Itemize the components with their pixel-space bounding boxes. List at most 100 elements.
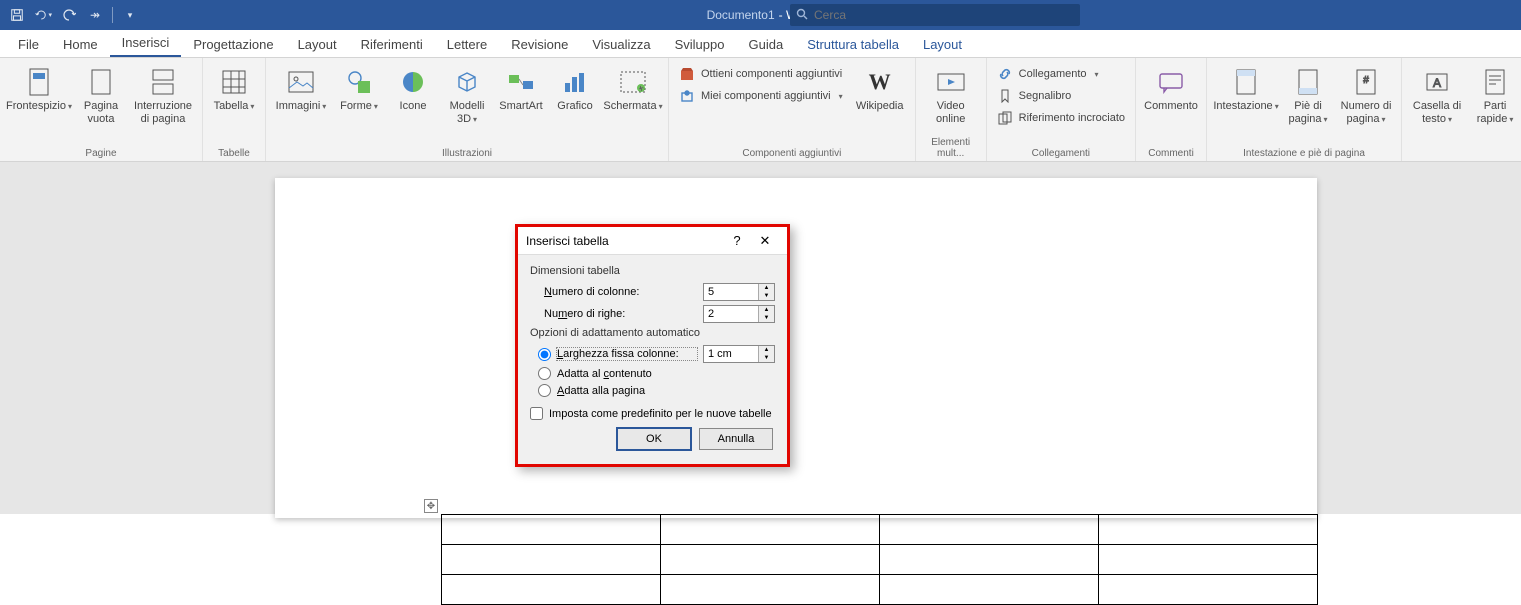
page-number-icon: # [1350,66,1382,98]
dialog-title: Inserisci tabella [526,234,723,248]
grafico-button[interactable]: Grafico [550,64,600,128]
group-intestazione: Intestazione Piè di pagina #Numero di pa… [1207,58,1402,161]
group-label-intestazione: Intestazione e piè di pagina [1213,146,1395,161]
group-componenti-aggiuntivi: Ottieni componenti aggiuntivi Miei compo… [669,58,916,161]
group-label-tabelle: Tabelle [209,146,259,161]
icons-icon [397,66,429,98]
annulla-button[interactable]: Annulla [699,428,773,450]
tab-riferimenti[interactable]: Riferimenti [349,33,435,57]
spinner-buttons[interactable]: ▲▼ [758,346,774,362]
tab-sviluppo[interactable]: Sviluppo [663,33,737,57]
casella-testo-button[interactable]: ACasella di testo [1408,64,1466,128]
radio-adatta-contenuto[interactable] [538,367,551,380]
schermata-button[interactable]: +Schermata [604,64,662,128]
search-input[interactable] [814,8,1074,22]
document-name: Documento1 [707,8,775,22]
spin-up-icon[interactable]: ▲ [759,346,774,354]
group-testo: ACasella di testo Parti rapide [1402,58,1521,161]
label-larghezza-fissa[interactable]: Larghezza fissa colonne: [557,348,697,360]
help-button[interactable]: ? [723,233,751,248]
input-righe[interactable] [704,306,758,322]
commento-button[interactable]: Commento [1142,64,1200,128]
tab-layout-tabella[interactable]: Layout [911,33,974,57]
spin-down-icon[interactable]: ▼ [759,314,774,322]
section-adattamento: Opzioni di adattamento automatico [530,327,775,339]
checkbox-predefinito[interactable] [530,407,543,420]
ribbon-tabs: File Home Inserisci Progettazione Layout… [0,30,1521,58]
spin-up-icon[interactable]: ▲ [759,306,774,314]
save-icon[interactable] [8,6,26,24]
ok-button[interactable]: OK [617,428,691,450]
tabella-button[interactable]: Tabella [209,64,259,128]
close-button[interactable]: ✕ [751,233,779,249]
quick-access-toolbar: ▾ ↠ ▾ [0,6,147,24]
qat-separator [112,7,113,23]
tab-layout[interactable]: Layout [286,33,349,57]
document-table[interactable] [441,514,1318,605]
pictures-icon [285,66,317,98]
table-move-handle[interactable]: ✥ [424,499,438,513]
segnalibro-button[interactable]: Segnalibro [993,86,1129,106]
spin-down-icon[interactable]: ▼ [759,354,774,362]
tab-inserisci[interactable]: Inserisci [110,31,182,57]
tab-guida[interactable]: Guida [736,33,795,57]
table-row[interactable] [442,545,1318,575]
spinner-colonne[interactable]: ▲▼ [703,283,775,301]
spinner-righe[interactable]: ▲▼ [703,305,775,323]
undo-icon[interactable]: ▾ [34,6,52,24]
table-row[interactable] [442,515,1318,545]
icone-button[interactable]: Icone [388,64,438,128]
modelli-3d-button[interactable]: Modelli 3D [442,64,492,128]
textbox-icon: A [1421,66,1453,98]
table-row[interactable] [442,575,1318,605]
dialog-titlebar[interactable]: Inserisci tabella ? ✕ [518,227,787,255]
spinner-larghezza[interactable]: ▲▼ [703,345,775,363]
forward-icon[interactable]: ↠ [86,6,104,24]
parti-rapide-button[interactable]: Parti rapide [1470,64,1520,128]
tab-progettazione[interactable]: Progettazione [181,33,285,57]
redo-icon[interactable] [60,6,78,24]
comment-icon [1155,66,1187,98]
forme-button[interactable]: Forme [334,64,384,128]
label-predefinito[interactable]: Imposta come predefinito per le nuove ta… [549,408,772,420]
spin-up-icon[interactable]: ▲ [759,284,774,292]
spinner-buttons[interactable]: ▲▼ [758,284,774,300]
pagina-vuota-button[interactable]: Pagina vuota [76,64,126,128]
video-online-button[interactable]: Video online [922,64,980,128]
collegamento-button[interactable]: Collegamento [993,64,1129,84]
wikipedia-button[interactable]: WWikipedia [851,64,909,128]
search-box[interactable] [790,4,1080,26]
tab-file[interactable]: File [6,33,51,57]
radio-larghezza-fissa[interactable] [538,348,551,361]
tab-struttura-tabella[interactable]: Struttura tabella [795,33,911,57]
row-adatta-pagina: Adatta alla pagina [538,384,775,397]
spinner-buttons[interactable]: ▲▼ [758,306,774,322]
intestazione-button[interactable]: Intestazione [1213,64,1279,128]
tab-visualizza[interactable]: Visualizza [580,33,662,57]
input-larghezza[interactable] [704,346,758,362]
frontespizio-button[interactable]: Frontespizio [6,64,72,128]
group-label-commenti: Commenti [1142,146,1200,161]
tab-revisione[interactable]: Revisione [499,33,580,57]
riferimento-incrociato-button[interactable]: Riferimento incrociato [993,108,1129,128]
numero-pagina-button[interactable]: #Numero di pagina [1337,64,1395,128]
smartart-button[interactable]: SmartArt [496,64,546,128]
miei-componenti-button[interactable]: Miei componenti aggiuntivi [675,86,847,106]
spin-down-icon[interactable]: ▼ [759,292,774,300]
tab-lettere[interactable]: Lettere [435,33,499,57]
dialog-buttons: OK Annulla [530,428,775,454]
label-adatta-pagina[interactable]: Adatta alla pagina [557,385,645,397]
interruzione-pagina-button[interactable]: Interruzione di pagina [130,64,196,128]
radio-adatta-pagina[interactable] [538,384,551,397]
insert-table-dialog: Inserisci tabella ? ✕ Dimensioni tabella… [515,224,790,467]
immagini-button[interactable]: Immagini [272,64,330,128]
smartart-icon [505,66,537,98]
label-adatta-contenuto[interactable]: Adatta al contenuto [557,368,652,380]
ottieni-componenti-button[interactable]: Ottieni componenti aggiuntivi [675,64,847,84]
screenshot-icon: + [617,66,649,98]
pie-di-pagina-button[interactable]: Piè di pagina [1283,64,1333,128]
qat-customize-icon[interactable]: ▾ [121,6,139,24]
tab-home[interactable]: Home [51,33,110,57]
header-icon [1230,66,1262,98]
input-colonne[interactable] [704,284,758,300]
